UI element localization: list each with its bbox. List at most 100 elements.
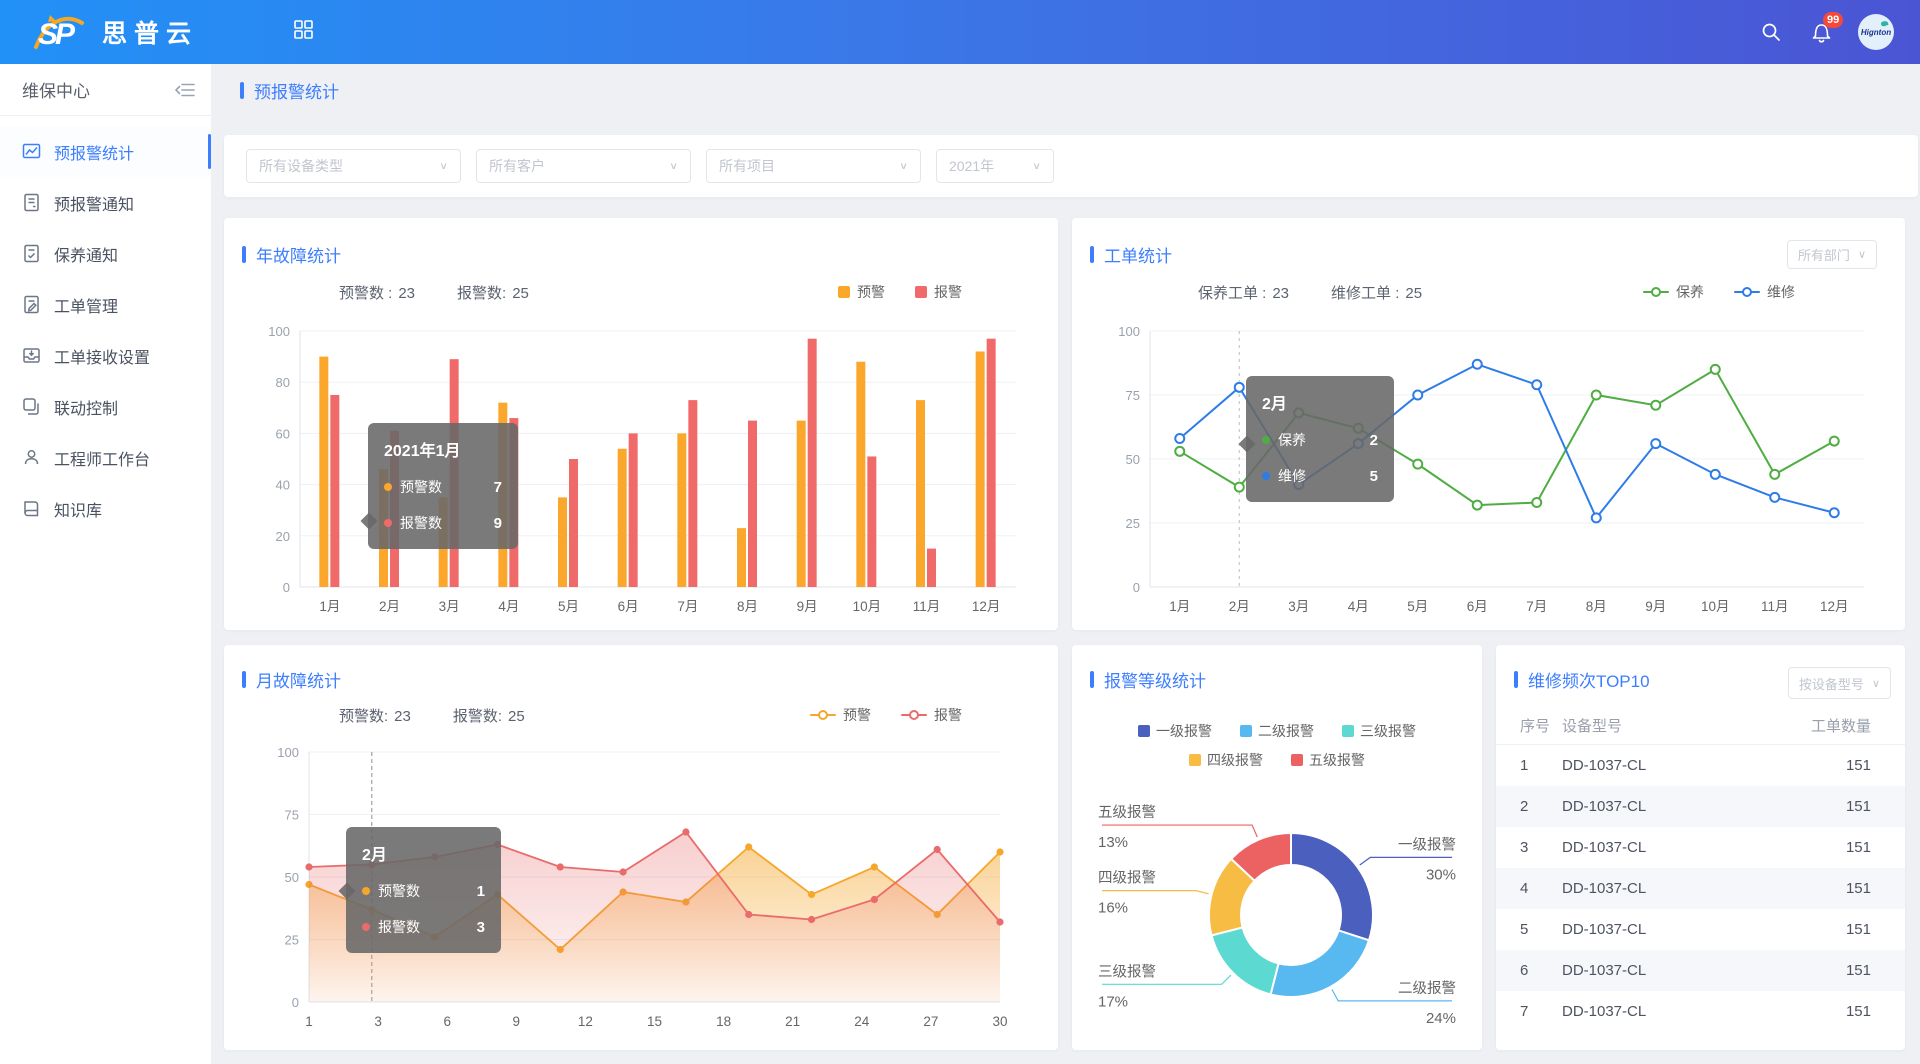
svg-text:四级报警: 四级报警 xyxy=(1098,870,1156,887)
search-icon[interactable] xyxy=(1761,22,1781,42)
user-avatar[interactable]: Hignton xyxy=(1858,14,1894,50)
svg-text:10月: 10月 xyxy=(1701,599,1730,614)
svg-text:40: 40 xyxy=(276,478,290,493)
year-select[interactable]: 2021年∨ xyxy=(936,149,1054,183)
svg-text:0: 0 xyxy=(1133,580,1140,595)
document-edit-icon xyxy=(22,295,41,314)
svg-text:75: 75 xyxy=(285,808,299,823)
table-row[interactable]: 4DD-1037-CL151 xyxy=(1496,868,1905,909)
year-fault-bar-chart[interactable]: 0204060801001月2月3月4月5月6月7月8月9月10月11月12月 xyxy=(224,310,1058,630)
device-type-select[interactable]: 所有设备类型∨ xyxy=(246,149,461,183)
bar-chart-tooltip: 2021年1月 预警数7 报警数9 xyxy=(368,423,518,549)
project-select[interactable]: 所有项目∨ xyxy=(706,149,921,183)
area-chart-tooltip: 2月 预警数1 报警数3 xyxy=(346,827,501,953)
svg-text:27: 27 xyxy=(923,1014,938,1029)
sidebar-item-engineer-workbench[interactable]: 工程师工作台 xyxy=(0,432,211,483)
svg-text:25: 25 xyxy=(1126,516,1140,531)
work-order-line-chart[interactable]: 02550751001月2月3月4月5月6月7月8月9月10月11月12月 xyxy=(1072,310,1905,630)
svg-text:3月: 3月 xyxy=(1288,599,1309,614)
chevron-down-icon: ∨ xyxy=(1858,248,1866,261)
table-row[interactable]: 7DD-1037-CL151 xyxy=(1496,991,1905,1032)
table-row[interactable]: 1DD-1037-CL151 xyxy=(1496,745,1905,786)
svg-text:1月: 1月 xyxy=(319,599,340,614)
sidebar-item-prealarm-notice[interactable]: 预报警通知 xyxy=(0,177,211,228)
top10-table-header: 序号 设备型号 工单数量 xyxy=(1496,707,1905,745)
alarm-level-donut-chart[interactable]: 一级报警30%二级报警24%三级报警17%四级报警16%五级报警13% xyxy=(1072,763,1482,1045)
svg-text:12月: 12月 xyxy=(1820,599,1849,614)
notifications-bell-icon[interactable]: 99 xyxy=(1811,21,1832,43)
workspace-label: 维保中心 xyxy=(22,77,90,102)
svg-text:17%: 17% xyxy=(1098,993,1128,1010)
chevron-down-icon: ∨ xyxy=(659,160,678,171)
month-fault-legend[interactable]: 预警 报警 xyxy=(780,705,962,725)
customer-select[interactable]: 所有客户∨ xyxy=(476,149,691,183)
svg-text:30: 30 xyxy=(992,1014,1007,1029)
brand-name: 思普云 xyxy=(102,14,198,50)
svg-text:3月: 3月 xyxy=(439,599,460,614)
top10-card: 维修频次TOP10 按设备型号∨ 序号 设备型号 工单数量 1DD-1037-C… xyxy=(1496,645,1905,1050)
svg-text:60: 60 xyxy=(276,426,290,441)
month-fault-card: 月故障统计 预警数:23 报警数:25 预警 报警 02550751001369… xyxy=(224,645,1058,1050)
svg-text:15: 15 xyxy=(647,1014,662,1029)
page-title: 预报警统计 xyxy=(240,78,339,103)
sidebar-item-knowledge-base[interactable]: 知识库 xyxy=(0,483,211,534)
sidebar-item-maintenance-notice[interactable]: 保养通知 xyxy=(0,228,211,279)
table-row[interactable]: 2DD-1037-CL151 xyxy=(1496,786,1905,827)
header-actions: 99 Hignton xyxy=(1731,14,1894,50)
app-root: SP 思普云 99 Hignton xyxy=(0,0,1920,1064)
svg-text:6: 6 xyxy=(443,1014,451,1029)
year-fault-legend[interactable]: 预警 报警 xyxy=(808,282,962,302)
year-fault-card: 年故障统计 预警数 :23 报警数:25 预警 报警 0204060801001… xyxy=(224,218,1058,630)
sidebar-item-workorder-receive[interactable]: 工单接收设置 xyxy=(0,330,211,381)
svg-text:9月: 9月 xyxy=(1645,599,1666,614)
svg-text:3: 3 xyxy=(374,1014,382,1029)
svg-text:24%: 24% xyxy=(1426,1010,1456,1027)
brand-logo[interactable]: SP 思普云 xyxy=(30,11,198,53)
sidebar-item-workorder-mgmt[interactable]: 工单管理 xyxy=(0,279,211,330)
svg-text:4月: 4月 xyxy=(1348,599,1369,614)
line-chart-icon xyxy=(22,142,41,161)
sidebar-collapse-icon[interactable] xyxy=(175,82,195,98)
svg-text:三级报警: 三级报警 xyxy=(1098,963,1156,980)
sidebar-item-prealarm-stats[interactable]: 预报警统计 xyxy=(0,126,211,177)
svg-text:100: 100 xyxy=(1118,324,1140,339)
document-alert-icon xyxy=(22,193,41,212)
svg-text:5月: 5月 xyxy=(1407,599,1428,614)
document-check-icon xyxy=(22,244,41,263)
department-select[interactable]: 所有部门∨ xyxy=(1787,240,1877,269)
svg-text:12: 12 xyxy=(578,1014,593,1029)
workspace-header: 维保中心 xyxy=(0,64,211,116)
card-title: 报警等级统计 xyxy=(1090,667,1206,692)
table-row[interactable]: 6DD-1037-CL151 xyxy=(1496,950,1905,991)
svg-text:80: 80 xyxy=(276,375,290,390)
table-row[interactable]: 3DD-1037-CL151 xyxy=(1496,827,1905,868)
svg-text:100: 100 xyxy=(277,745,299,760)
svg-text:100: 100 xyxy=(268,324,290,339)
alarm-level-card: 报警等级统计 一级报警 二级报警 三级报警 四级报警 五级报警 一级报警30%二… xyxy=(1072,645,1482,1050)
svg-text:9月: 9月 xyxy=(797,599,818,614)
card-title: 维修频次TOP10 xyxy=(1514,667,1650,692)
svg-text:9: 9 xyxy=(513,1014,521,1029)
sidebar-item-linkage-control[interactable]: 联动控制 xyxy=(0,381,211,432)
apps-grid-icon[interactable] xyxy=(294,20,313,44)
notification-badge: 99 xyxy=(1823,12,1843,28)
svg-text:2月: 2月 xyxy=(379,599,400,614)
svg-text:4月: 4月 xyxy=(498,599,519,614)
svg-text:8月: 8月 xyxy=(1586,599,1607,614)
svg-text:五级报警: 五级报警 xyxy=(1098,804,1156,821)
svg-text:6月: 6月 xyxy=(618,599,639,614)
svg-text:10月: 10月 xyxy=(853,599,882,614)
svg-text:20: 20 xyxy=(276,529,290,544)
svg-text:7月: 7月 xyxy=(1526,599,1547,614)
top-header: SP 思普云 99 Hignton xyxy=(0,0,1920,64)
linkage-icon xyxy=(22,397,41,416)
device-model-filter-button[interactable]: 按设备型号∨ xyxy=(1788,667,1891,699)
svg-text:1: 1 xyxy=(305,1014,313,1029)
svg-text:21: 21 xyxy=(785,1014,800,1029)
line-chart-tooltip: 2月 保养2 维修5 xyxy=(1246,376,1394,502)
svg-text:18: 18 xyxy=(716,1014,731,1029)
work-order-legend[interactable]: 保养 维修 xyxy=(1613,282,1795,302)
inbox-receive-icon xyxy=(22,346,41,365)
card-title: 年故障统计 xyxy=(242,242,341,267)
table-row[interactable]: 5DD-1037-CL151 xyxy=(1496,909,1905,950)
